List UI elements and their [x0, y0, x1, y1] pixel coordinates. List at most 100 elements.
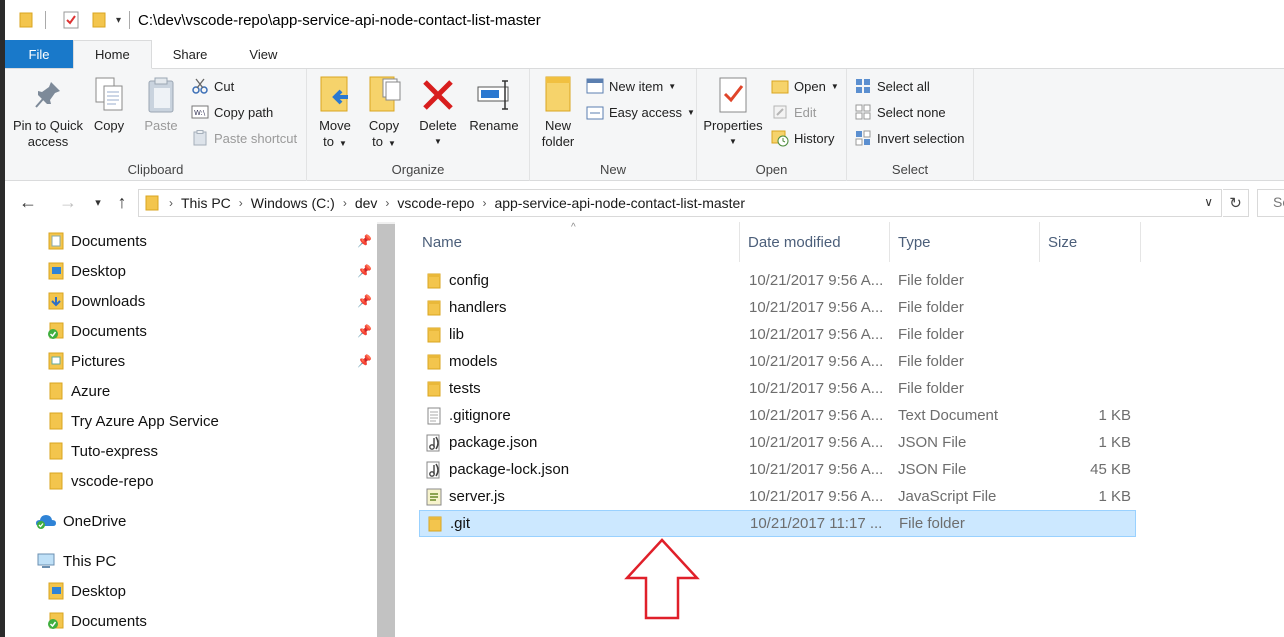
nav-item-onedrive[interactable]: OneDrive [35, 506, 126, 536]
paste-shortcut-icon [191, 129, 209, 147]
file-name: package.json [449, 434, 538, 451]
column-header-name[interactable]: Name [414, 222, 740, 262]
search-input[interactable]: Se [1257, 189, 1284, 217]
file-row[interactable]: .git 10/21/2017 11:17 ... File folder [419, 510, 1136, 537]
file-row[interactable]: tests 10/21/2017 9:56 A... File folder [419, 375, 1136, 402]
nav-item-try-azure-app-service[interactable]: Try Azure App Service [47, 406, 219, 436]
nav-item-documents-quick[interactable]: Documents [47, 226, 147, 256]
javascript-file-icon [425, 488, 443, 506]
customize-toolbar-dropdown-icon[interactable]: ▾ [116, 15, 121, 26]
breadcrumb-windows-c[interactable]: Windows (C:) [251, 195, 335, 211]
scissors-icon [191, 77, 209, 95]
properties-dropdown-icon[interactable]: ▼ [729, 134, 737, 150]
refresh-icon[interactable]: ↻ [1223, 189, 1249, 217]
file-date-modified: 10/21/2017 9:56 A... [749, 434, 884, 451]
nav-item-pictures[interactable]: Pictures [47, 346, 125, 376]
properties-label: Properties [703, 118, 763, 133]
properties-icon[interactable] [60, 9, 82, 31]
copy-to-button[interactable]: Copy to ▼ [362, 75, 406, 152]
file-name: handlers [449, 299, 507, 316]
pin-to-quick-access-button[interactable]: Pin to Quick access [11, 75, 85, 150]
breadcrumb-vscode-repo[interactable]: vscode-repo [397, 195, 474, 211]
properties-button[interactable]: Properties ▼ [701, 75, 765, 150]
file-row[interactable]: config 10/21/2017 9:56 A... File folder [419, 267, 1136, 294]
tab-file[interactable]: File [5, 40, 73, 68]
text-file-icon [425, 407, 443, 425]
breadcrumb-separator-icon[interactable]: › [169, 196, 173, 210]
file-size: 1 KB [1098, 488, 1131, 505]
nav-item-label: Desktop [71, 262, 127, 280]
pin-icon: 📌 [357, 264, 372, 278]
ribbon: Pin to Quick access Copy Paste Cut W:\ C… [5, 69, 1284, 181]
nav-item-this-pc[interactable]: This PC [35, 546, 116, 576]
invert-selection-button[interactable]: Invert selection [854, 127, 964, 149]
history-button[interactable]: History [771, 127, 834, 149]
breadcrumb-dev[interactable]: dev [355, 195, 378, 211]
folder-icon [425, 353, 443, 371]
pin-icon [30, 75, 66, 115]
open-folder-icon [771, 77, 789, 95]
copy-to-label-line1: Copy [368, 118, 400, 133]
file-row[interactable]: models 10/21/2017 9:56 A... File folder [419, 348, 1136, 375]
breadcrumb-separator-icon[interactable]: › [385, 196, 389, 210]
file-row[interactable]: package.json 10/21/2017 9:56 A... JSON Fil… [419, 429, 1136, 456]
up-arrow-icon[interactable]: ↑ [109, 189, 135, 215]
file-row[interactable]: lib 10/21/2017 9:56 A... File folder [419, 321, 1136, 348]
column-header-size[interactable]: Size [1040, 222, 1141, 262]
nav-item-documents-synced[interactable]: Documents [47, 316, 147, 346]
breadcrumb-separator-icon[interactable]: › [343, 196, 347, 210]
breadcrumb-this-pc[interactable]: This PC [181, 195, 231, 211]
paste-button[interactable]: Paste [140, 75, 182, 134]
open-button[interactable]: Open ▼ [771, 75, 839, 97]
easy-access-button[interactable]: Easy access ▼ [586, 101, 695, 123]
file-row[interactable]: .gitignore 10/21/2017 9:56 A... Text Docum… [419, 402, 1136, 429]
breadcrumb-current-folder[interactable]: app-service-api-node-contact-list-master [494, 195, 745, 211]
nav-item-desktop-quick[interactable]: Desktop [47, 256, 126, 286]
file-row[interactable]: package-lock.json 10/21/2017 9:56 A... JSO… [419, 456, 1136, 483]
file-row[interactable]: handlers 10/21/2017 9:56 A... File folder [419, 294, 1136, 321]
folder-icon [426, 515, 444, 533]
tab-share[interactable]: Share [152, 40, 229, 68]
back-arrow-icon[interactable]: ← [15, 189, 41, 215]
breadcrumb-separator-icon[interactable]: › [482, 196, 486, 210]
paste-shortcut-button[interactable]: Paste shortcut [191, 127, 297, 149]
edit-button[interactable]: Edit [771, 101, 816, 123]
move-to-button[interactable]: Move to ▼ [313, 75, 357, 152]
select-all-button[interactable]: Select all [854, 75, 930, 97]
copy-path-button[interactable]: W:\ Copy path [191, 101, 273, 123]
scrollbar-thumb[interactable] [377, 224, 395, 637]
window-title: C:\dev\vscode-repo\app-service-api-node-… [138, 11, 541, 29]
rename-button[interactable]: Rename [467, 75, 521, 134]
column-header-date-modified[interactable]: Date modified [740, 222, 890, 262]
nav-item-label: Azure [71, 382, 111, 400]
delete-button[interactable]: Delete ▼ [415, 75, 461, 150]
copy-button[interactable]: Copy [89, 75, 129, 134]
file-row[interactable]: server.js 10/21/2017 9:56 A... JavaScript … [419, 483, 1136, 510]
delete-dropdown-icon[interactable]: ▼ [434, 134, 442, 150]
nav-item-vscode-repo[interactable]: vscode-repo [47, 466, 154, 496]
address-bar[interactable]: › This PC › Windows (C:) › dev › vscode-… [138, 189, 1222, 217]
new-folder-icon[interactable] [88, 9, 110, 31]
select-none-button[interactable]: Select none [854, 101, 946, 123]
breadcrumb-separator-icon[interactable]: › [239, 196, 243, 210]
navigation-pane-scrollbar[interactable] [377, 222, 395, 637]
recent-locations-chevron-icon[interactable]: ▾ [85, 189, 111, 215]
new-folder-button[interactable]: New folder [536, 75, 580, 150]
new-item-button[interactable]: New item ▼ [586, 75, 676, 97]
nav-item-desktop-pc[interactable]: Desktop [47, 576, 126, 606]
column-header-type[interactable]: Type [890, 222, 1040, 262]
nav-item-tuto-express[interactable]: Tuto-express [47, 436, 158, 466]
nav-item-documents-pc[interactable]: Documents [47, 606, 147, 636]
select-all-icon [854, 77, 872, 95]
nav-item-azure[interactable]: Azure [47, 376, 110, 406]
properties-icon [715, 75, 751, 115]
address-history-chevron-icon[interactable]: ∨ [1204, 195, 1213, 209]
tab-view[interactable]: View [228, 40, 298, 68]
cut-button[interactable]: Cut [191, 75, 234, 97]
forward-arrow-icon[interactable]: → [55, 189, 81, 215]
folder-icon [425, 326, 443, 344]
nav-item-downloads-quick[interactable]: Downloads [47, 286, 145, 316]
file-date-modified: 10/21/2017 9:56 A... [749, 272, 884, 289]
edit-icon [771, 103, 789, 121]
tab-home[interactable]: Home [73, 40, 152, 69]
